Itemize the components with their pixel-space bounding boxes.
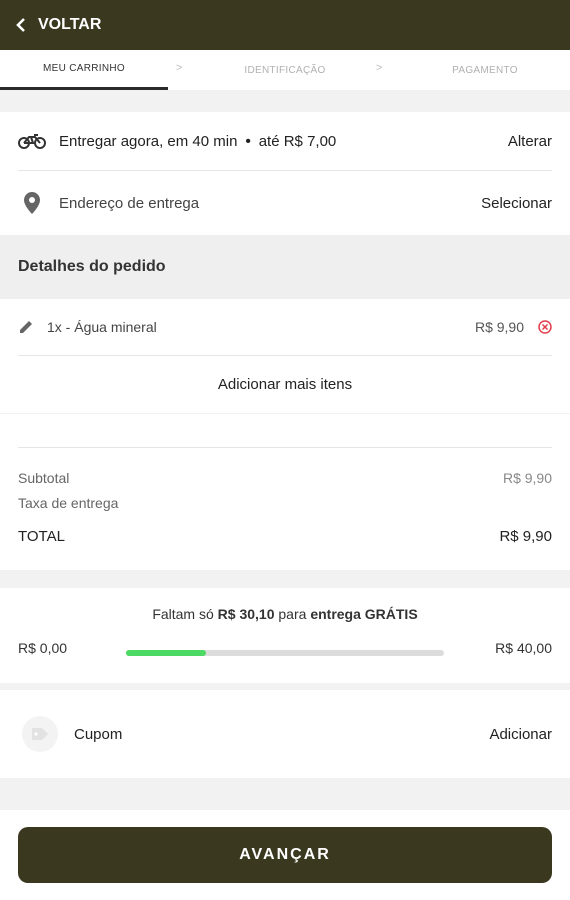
add-coupon-button[interactable]: Adicionar bbox=[489, 726, 552, 743]
bottom-bar: AVANÇAR bbox=[0, 810, 570, 900]
subtotal-label: Subtotal bbox=[18, 470, 70, 486]
remove-item-icon[interactable] bbox=[538, 320, 552, 334]
delivery-fee-label: Taxa de entrega bbox=[18, 495, 119, 511]
address-row[interactable]: Endereço de entrega Selecionar bbox=[0, 171, 570, 235]
item-price: R$ 9,90 bbox=[474, 319, 524, 335]
advance-button[interactable]: AVANÇAR bbox=[18, 827, 552, 883]
step-separator: > bbox=[176, 62, 183, 74]
progress-max-label: R$ 40,00 bbox=[495, 640, 552, 656]
item-label: 1x - Água mineral bbox=[47, 319, 157, 335]
total-label: TOTAL bbox=[18, 527, 65, 545]
delivery-dot: • bbox=[245, 132, 251, 150]
summary-card: Subtotal R$ 9,90 Taxa de entrega TOTAL R… bbox=[0, 414, 570, 570]
coupon-row[interactable]: Cupom Adicionar bbox=[0, 690, 570, 778]
address-label: Endereço de entrega bbox=[59, 194, 200, 212]
free-shipping-message: Faltam só R$ 30,10 para entrega GRÁTIS bbox=[0, 606, 570, 622]
free-shipping-suffix: entrega GRÁTIS bbox=[310, 606, 418, 622]
delivery-row[interactable]: Entregar agora, em 40 min • até R$ 7,00 … bbox=[0, 112, 570, 170]
progress-fill bbox=[126, 650, 206, 656]
motorcycle-icon bbox=[18, 134, 46, 149]
free-shipping-card: Faltam só R$ 30,10 para entrega GRÁTIS R… bbox=[0, 588, 570, 683]
order-items-card: 1x - Água mineral R$ 9,90 Adicionar mais… bbox=[0, 299, 570, 413]
location-pin-icon bbox=[24, 192, 40, 214]
total-value: R$ 9,90 bbox=[499, 527, 552, 545]
delivery-card: Entregar agora, em 40 min • até R$ 7,00 … bbox=[0, 112, 570, 235]
top-bar: VOLTAR bbox=[0, 0, 570, 50]
add-more-items-button[interactable]: Adicionar mais itens bbox=[0, 356, 570, 412]
back-label: VOLTAR bbox=[38, 16, 102, 33]
select-address-button[interactable]: Selecionar bbox=[481, 195, 552, 212]
step-cart[interactable]: MEU CARRINHO bbox=[0, 50, 168, 90]
delivery-fee-row: Taxa de entrega bbox=[0, 493, 570, 513]
checkout-steps: MEU CARRINHO > IDENTIFICAÇÃO > PAGAMENTO bbox=[0, 50, 570, 90]
step-separator: > bbox=[376, 62, 383, 74]
delivery-fee: até R$ 7,00 bbox=[258, 132, 337, 150]
coupon-card: Cupom Adicionar bbox=[0, 690, 570, 778]
free-shipping-middle: para bbox=[278, 606, 307, 622]
free-shipping-progress bbox=[126, 650, 444, 656]
delivery-time: Entregar agora, em 40 min bbox=[59, 132, 238, 150]
subtotal-value: R$ 9,90 bbox=[502, 470, 552, 486]
free-shipping-prefix: Faltam só bbox=[152, 606, 214, 622]
step-payment[interactable]: PAGAMENTO bbox=[400, 50, 570, 90]
subtotal-row: Subtotal R$ 9,90 bbox=[0, 468, 570, 488]
order-item: 1x - Água mineral R$ 9,90 bbox=[0, 299, 570, 355]
change-delivery-button[interactable]: Alterar bbox=[508, 133, 552, 150]
coupon-label: Cupom bbox=[74, 725, 123, 743]
pencil-icon[interactable] bbox=[18, 319, 34, 335]
total-row: TOTAL R$ 9,90 bbox=[0, 526, 570, 546]
coupon-icon bbox=[22, 716, 58, 752]
chevron-left-icon bbox=[16, 18, 25, 32]
progress-min-label: R$ 0,00 bbox=[18, 640, 68, 656]
order-details-title: Detalhes do pedido bbox=[0, 235, 570, 299]
back-button[interactable]: VOLTAR bbox=[16, 16, 101, 34]
free-shipping-amount: R$ 30,10 bbox=[217, 606, 275, 622]
divider bbox=[18, 447, 552, 448]
step-identification[interactable]: IDENTIFICAÇÃO bbox=[200, 50, 370, 90]
